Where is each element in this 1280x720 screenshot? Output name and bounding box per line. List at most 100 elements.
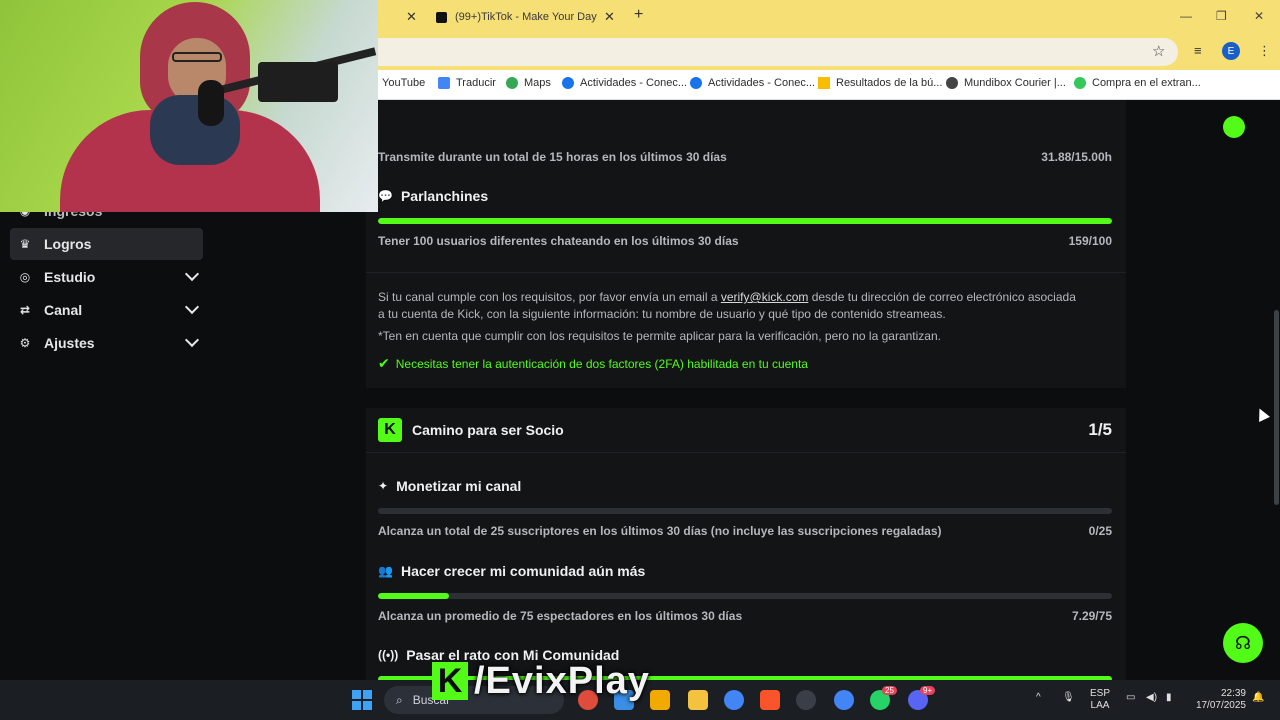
hours-value: 31.88/15.00h xyxy=(1041,150,1112,164)
studio-icon: ◎ xyxy=(19,270,31,284)
partner-title: Camino para ser Socio xyxy=(412,422,564,438)
sidebar-item-logros[interactable]: ♛ Logros xyxy=(10,228,203,260)
chatters-title: 💬 Parlanchines xyxy=(378,188,489,204)
shop-icon xyxy=(1074,77,1086,89)
bookmark-actividades-2[interactable]: Actividades - Conec... xyxy=(690,77,815,89)
translate-icon xyxy=(438,77,450,89)
chevron-down-icon xyxy=(184,332,200,348)
headset-icon: ☊ xyxy=(1235,632,1251,653)
community-requirement: Alcanza un promedio de 75 espectadores e… xyxy=(378,609,743,623)
battery-icon[interactable]: ▮ xyxy=(1166,692,1172,704)
chevron-down-icon xyxy=(184,299,200,315)
req-monetize-title: ✦ Monetizar mi canal xyxy=(378,478,522,494)
menu-kebab-icon[interactable]: ⋮ xyxy=(1258,43,1271,59)
page-scrollbar[interactable] xyxy=(1274,310,1279,505)
sparkle-icon: ✦ xyxy=(378,479,389,493)
profile-avatar[interactable]: E xyxy=(1222,42,1240,60)
chrome-icon[interactable] xyxy=(724,690,744,710)
sidebar-item-canal[interactable]: ⇄ Canal xyxy=(10,294,203,326)
microphone-icon[interactable]: 🎙 xyxy=(1062,692,1075,704)
check-icon: ✔ xyxy=(378,355,390,371)
discord-badge: 9+ xyxy=(920,686,936,695)
partner-count: 1/5 xyxy=(1088,420,1112,439)
verification-note: *Ten en cuenta que cumplir con los requi… xyxy=(378,329,941,343)
maps-icon xyxy=(506,77,518,89)
progress-fill xyxy=(378,593,450,599)
whatsapp-badge: 25 xyxy=(882,686,897,695)
clock[interactable]: 22:39 17/07/2025 xyxy=(1190,688,1246,712)
tiktok-icon xyxy=(436,11,447,23)
channel-icon: ⇄ xyxy=(19,303,31,317)
tab-bar: ✕ (99+)TikTok - Make Your Day ✕ + — ❐ ✕ xyxy=(378,0,1280,34)
language-indicator[interactable]: ESP LAA xyxy=(1090,688,1110,712)
bookmark-mundibox[interactable]: Mundibox Courier |... xyxy=(946,77,1066,89)
kick-logo-icon: K xyxy=(378,418,402,442)
bookmark-actividades-1[interactable]: Actividades - Conec... xyxy=(562,77,687,89)
sidebar-item-ajustes[interactable]: ⚙ Ajustes xyxy=(10,327,203,359)
tab-close-icon[interactable]: ✕ xyxy=(406,9,417,25)
obs-icon[interactable] xyxy=(796,690,816,710)
verify-email-link[interactable]: verify@kick.com xyxy=(721,290,809,304)
monetize-progress-bar xyxy=(378,508,1112,514)
brave-icon[interactable] xyxy=(760,690,780,710)
req-community-title: 👥 Hacer crecer mi comunidad aún más xyxy=(378,563,646,579)
maximize-icon[interactable]: ❐ xyxy=(1216,9,1227,23)
teams-icon xyxy=(562,77,574,89)
volume-icon[interactable]: ◀) xyxy=(1146,692,1157,704)
audio-mixer xyxy=(258,62,338,102)
broadcast-icon: ((•)) xyxy=(378,648,399,662)
mundibox-icon xyxy=(946,77,958,89)
chatters-requirement: Tener 100 usuarios diferentes chateando … xyxy=(378,234,739,248)
app-icon[interactable] xyxy=(650,690,670,710)
progress-fill xyxy=(378,218,1112,224)
watermark-text: /EvixPlay xyxy=(474,659,650,702)
monetize-requirement: Alcanza un total de 25 suscriptores en l… xyxy=(378,524,942,538)
toolbar: ☆ ≡ E ⋮ xyxy=(378,34,1280,70)
microphone xyxy=(198,80,224,126)
twofa-requirement: ✔ Necesitas tener la autenticación de do… xyxy=(378,355,808,371)
trophy-icon: ♛ xyxy=(19,237,31,251)
network-icon[interactable]: ▭ xyxy=(1126,692,1135,704)
chat-bubble-icon: 💬 xyxy=(378,189,393,203)
bookmark-youtube[interactable]: YouTube xyxy=(382,77,425,89)
teams-icon xyxy=(690,77,702,89)
users-icon: 👥 xyxy=(378,564,393,578)
webcam-overlay xyxy=(0,0,378,212)
address-bar[interactable] xyxy=(378,38,1178,66)
community-value: 7.29/75 xyxy=(1071,609,1112,623)
bookmark-traducir[interactable]: Traducir xyxy=(438,77,496,89)
partner-panel: K Camino para ser Socio 1/5 ✦ Monetizar … xyxy=(366,408,1126,682)
chatters-value: 159/100 xyxy=(1068,234,1112,248)
bookmark-maps[interactable]: Maps xyxy=(506,77,551,89)
bookmark-resultados[interactable]: Resultados de la bú... xyxy=(818,77,942,89)
file-explorer-icon[interactable] xyxy=(688,690,708,710)
chrome-profile-icon[interactable] xyxy=(834,690,854,710)
streamer-glasses xyxy=(172,52,222,62)
minimize-icon[interactable]: — xyxy=(1180,9,1192,23)
sidebar-item-estudio[interactable]: ◎ Estudio xyxy=(10,261,203,293)
tray-chevron-up-icon[interactable]: ^ xyxy=(1036,692,1041,704)
monetize-value: 0/25 xyxy=(1088,524,1112,538)
support-chat-button[interactable]: ☊ xyxy=(1223,623,1263,663)
verification-info: Si tu canal cumple con los requisitos, p… xyxy=(378,290,1076,321)
close-window-icon[interactable]: ✕ xyxy=(1254,9,1264,23)
verification-panel: Transmite durante un total de 15 horas e… xyxy=(366,100,1126,388)
bookmark-compra[interactable]: Compra en el extran... xyxy=(1074,77,1201,89)
divider xyxy=(366,452,1126,453)
tab-close-icon[interactable]: ✕ xyxy=(604,9,615,25)
new-tab-icon[interactable]: + xyxy=(634,6,643,24)
tab-tiktok[interactable]: (99+)TikTok - Make Your Day xyxy=(436,5,616,29)
gear-icon: ⚙ xyxy=(19,336,31,350)
chatters-progress-bar xyxy=(378,218,1112,224)
media-control-icon[interactable]: ≡ xyxy=(1194,43,1202,58)
bookmark-star-icon[interactable]: ☆ xyxy=(1152,42,1165,60)
channel-watermark: K /EvixPlay xyxy=(432,658,650,704)
user-avatar[interactable] xyxy=(1223,116,1245,138)
search-icon: ⌕ xyxy=(396,692,403,707)
windows-start-icon[interactable] xyxy=(352,690,372,710)
kick-logo-icon: K xyxy=(432,662,468,700)
notification-icon[interactable]: 🔔 xyxy=(1252,692,1264,704)
bookmarks-bar: YouTube Traducir Maps Actividades - Cone… xyxy=(378,70,1280,100)
divider xyxy=(366,272,1126,273)
hours-requirement: Transmite durante un total de 15 horas e… xyxy=(378,150,727,164)
